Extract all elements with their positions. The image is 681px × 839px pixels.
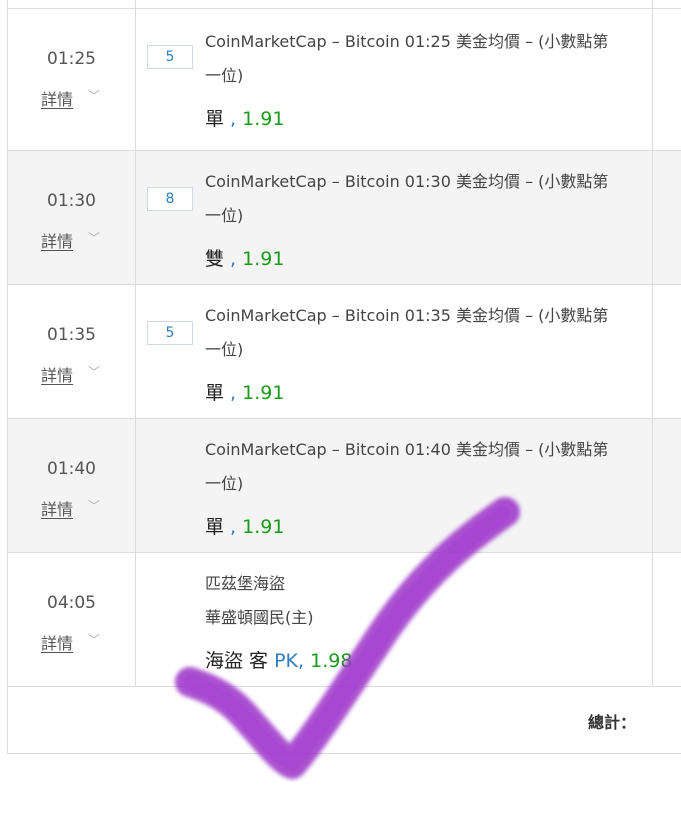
bet-time: 04:05 [47, 593, 96, 613]
bet-description: CoinMarketCap – Bitcoin 01:30 美金均價 – (小數… [205, 165, 645, 233]
team-away: 匹茲堡海盜 [205, 574, 286, 593]
bet-pick: 單 [205, 382, 225, 404]
bet-time: 01:40 [47, 459, 96, 479]
bet-pick: 雙 [205, 248, 225, 270]
table-row-previous [8, 0, 681, 9]
description-line: 一位) [205, 340, 244, 359]
detail-link[interactable]: 詳情 [41, 86, 73, 110]
bet-time: 01:25 [47, 49, 96, 69]
detail-link[interactable]: 詳情 [41, 496, 73, 520]
bet-time: 01:35 [47, 325, 96, 345]
bet-selection: 雙 , 1.91 [205, 248, 285, 270]
result-number-badge: 5 [147, 321, 193, 345]
table-row: 01:35 詳情 ﹀ 5 CoinMarketCap – Bitcoin 01:… [8, 285, 681, 419]
bet-selection: 單 , 1.91 [205, 516, 285, 538]
bet-market: PK [268, 650, 299, 672]
description-line: CoinMarketCap – Bitcoin 01:40 美金均價 – (小數… [205, 440, 609, 459]
detail-link[interactable]: 詳情 [41, 362, 73, 386]
bet-pick: 單 [205, 108, 225, 130]
bet-selection: 單 , 1.91 [205, 382, 285, 404]
detail-link[interactable]: 詳情 [41, 630, 73, 654]
table-row: 01:25 詳情 ﹀ 5 CoinMarketCap – Bitcoin 01:… [8, 9, 681, 151]
result-number-badge: 5 [147, 45, 193, 69]
chevron-down-icon[interactable]: ﹀ [88, 229, 100, 246]
chevron-down-icon[interactable]: ﹀ [88, 87, 100, 104]
bet-description: CoinMarketCap – Bitcoin 01:35 美金均價 – (小數… [205, 299, 645, 367]
bet-odds: 1.91 [242, 516, 285, 538]
bet-odds: 1.91 [242, 382, 285, 404]
bet-selection: 單 , 1.91 [205, 108, 285, 130]
time-cell: 01:30 詳情 ﹀ [8, 151, 136, 284]
chevron-down-icon[interactable]: ﹀ [88, 363, 100, 380]
total-row: 總計： [8, 687, 681, 754]
result-number-badge: 8 [147, 187, 193, 211]
detail-link[interactable]: 詳情 [41, 228, 73, 252]
time-cell: 04:05 詳情 ﹀ [8, 553, 136, 686]
bet-odds: 1.91 [242, 248, 285, 270]
bet-time: 01:30 [47, 191, 96, 211]
bet-odds: 1.91 [242, 108, 285, 130]
chevron-down-icon[interactable]: ﹀ [88, 497, 100, 514]
description-line: 一位) [205, 206, 244, 225]
time-cell: 01:40 詳情 ﹀ [8, 419, 136, 552]
description-line: CoinMarketCap – Bitcoin 01:25 美金均價 – (小數… [205, 32, 609, 51]
time-cell: 01:25 詳情 ﹀ [8, 9, 136, 150]
description-line: 一位) [205, 66, 244, 85]
bet-pick: 單 [205, 516, 225, 538]
bet-description: CoinMarketCap – Bitcoin 01:25 美金均價 – (小數… [205, 25, 645, 93]
table-row: 01:40 詳情 ﹀ CoinMarketCap – Bitcoin 01:40… [8, 419, 681, 553]
table-row: 04:05 詳情 ﹀ 匹茲堡海盜 華盛頓國民(主) 海盜 客 PK, 1.98 [8, 553, 681, 687]
team-home: 華盛頓國民(主) [205, 608, 314, 627]
description-line: CoinMarketCap – Bitcoin 01:30 美金均價 – (小數… [205, 172, 609, 191]
total-label: 總計： [587, 713, 636, 732]
description-line: CoinMarketCap – Bitcoin 01:35 美金均價 – (小數… [205, 306, 609, 325]
table-row: 01:30 詳情 ﹀ 8 CoinMarketCap – Bitcoin 01:… [8, 151, 681, 285]
description-line: 一位) [205, 474, 244, 493]
bet-description: 匹茲堡海盜 華盛頓國民(主) [205, 567, 645, 635]
bet-odds: 1.98 [310, 650, 353, 672]
bet-description: CoinMarketCap – Bitcoin 01:40 美金均價 – (小數… [205, 433, 645, 501]
bet-history-table: 01:25 詳情 ﹀ 5 CoinMarketCap – Bitcoin 01:… [7, 0, 681, 754]
bet-pick: 海盜 客 [205, 650, 269, 672]
chevron-down-icon[interactable]: ﹀ [88, 631, 100, 648]
time-cell: 01:35 詳情 ﹀ [8, 285, 136, 418]
bet-selection: 海盜 客 PK, 1.98 [205, 650, 353, 672]
